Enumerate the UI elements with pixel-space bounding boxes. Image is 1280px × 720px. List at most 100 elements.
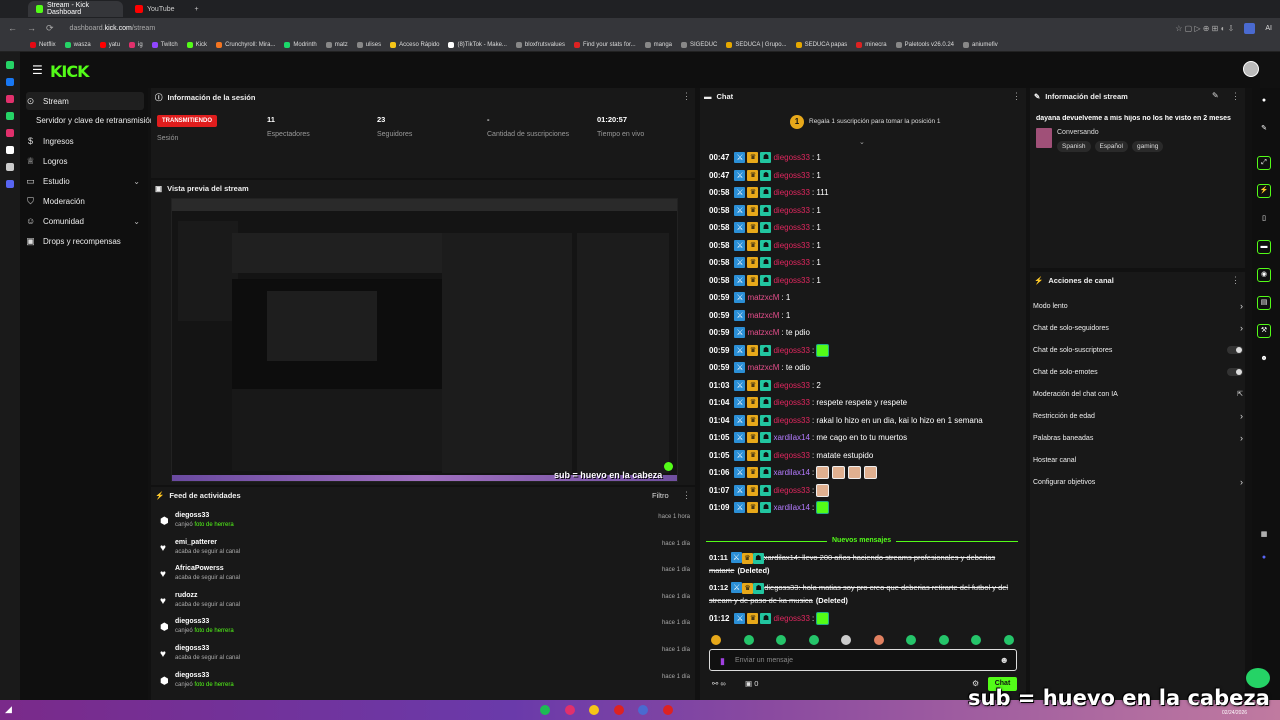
browser-icon[interactable] [638,705,648,715]
new-tab-button[interactable]: + [187,1,207,17]
sidebar-item-comunidad[interactable]: ☺ Comunidad ⌄ [26,212,144,230]
category-name[interactable]: Conversando [1057,129,1099,136]
bookmark-item[interactable]: minecra [856,41,887,48]
chat-username[interactable]: diegoss33 [773,153,809,162]
stream-tag[interactable]: Spanish [1057,141,1091,152]
sidebar-item-moderacion[interactable]: ⛉ Moderación [26,192,144,210]
chat-username[interactable]: matzxcM [747,293,779,302]
channel-action-item[interactable]: Chat de solo-seguidores › [1033,320,1243,336]
chat-username[interactable]: xardilax14 [773,433,809,442]
back-icon[interactable]: ← [8,23,17,33]
chat-username[interactable]: diegoss33 [773,241,809,250]
messenger-icon[interactable] [6,78,14,86]
whatsapp-float-icon[interactable] [1246,668,1270,688]
broadcast-icon[interactable]: ◉ [1257,268,1271,282]
toggle-switch[interactable] [1227,368,1243,376]
chat-username[interactable]: matzxcM [747,328,779,337]
channel-action-item[interactable]: Hostear canal [1033,452,1243,468]
instagram-icon[interactable] [565,705,575,715]
feed-username[interactable]: diegoss33 [175,618,209,625]
chat-username[interactable]: diegoss33 [773,223,809,232]
chat-username[interactable]: diegoss33 [773,451,809,460]
bookmark-item[interactable]: manga [644,41,672,48]
dot-icon[interactable]: ● [1257,94,1271,108]
bookmark-item[interactable]: aniumefiv [963,41,998,48]
sidebar-item-estudio[interactable]: ▭ Estudio ⌄ [26,172,144,190]
chat-username[interactable]: matzxcM [747,311,779,320]
bolt-icon[interactable]: ⚡ [1257,184,1271,198]
bookmark-item[interactable]: Modrinth [284,41,317,48]
bookmark-item[interactable]: Twitch [151,41,178,48]
bookmark-item[interactable]: Netflix [30,41,56,48]
bookmark-item[interactable]: matz [325,41,348,48]
channel-action-item[interactable]: Chat de solo-suscriptores [1033,342,1243,358]
start-icon[interactable]: ◢ [5,704,12,715]
feed-username[interactable]: diegoss33 [175,645,209,652]
pen-icon[interactable]: ✎ [1257,122,1271,136]
reload-icon[interactable]: ⟳ [46,23,54,34]
grid-icon[interactable]: ▦ [1257,528,1271,542]
sidebar-item-drops[interactable]: ▣ Drops y recompensas [26,232,144,250]
more-options-icon[interactable]: ⋮ [1012,91,1021,102]
people-icon[interactable]: ☻ [1257,352,1271,366]
quick-emote-icon[interactable] [841,635,851,645]
tab-kick-dashboard[interactable]: Stream - Kick Dashboard [28,1,123,17]
chat-username[interactable]: xardilax14 [764,553,798,562]
wrench-icon[interactable]: ⚒ [1257,324,1271,338]
instagram-icon[interactable] [6,95,14,103]
tiktok-icon[interactable] [6,146,14,154]
app-icon[interactable] [663,705,673,715]
x-icon[interactable] [6,163,14,171]
quick-emote-icon[interactable] [711,635,721,645]
chat-icon[interactable]: ▬ [1257,240,1271,254]
channel-action-item[interactable]: Moderación del chat con IA ⇱ [1033,386,1243,402]
sidebar-item-logros[interactable]: ♕ Logros [26,152,144,170]
chat-username[interactable]: diegoss33 [764,583,798,592]
chat-username[interactable]: xardilax14 [773,503,809,512]
chat-username[interactable]: diegoss33 [773,258,809,267]
feed-username[interactable]: rudozz [175,592,198,599]
quick-emote-icon[interactable] [1003,635,1014,645]
chat-username[interactable]: xardilax14 [773,468,809,477]
chat-username[interactable]: diegoss33 [773,171,809,180]
chat-username[interactable]: diegoss33 [773,398,809,407]
mic-icon[interactable]: ▮ [720,656,725,667]
more-options-icon[interactable]: ⋮ [682,490,691,501]
emoji-icon[interactable]: ☻ [1000,655,1009,665]
bookmark-item[interactable]: SEDUCA papas [795,41,847,48]
instagram-icon[interactable] [6,129,14,137]
chat-username[interactable]: diegoss33 [773,188,809,197]
quick-emote-icon[interactable] [938,635,949,645]
bookmark-item[interactable]: ig [129,41,143,48]
trash-icon[interactable]: ▯ [1257,212,1271,226]
channel-action-item[interactable]: Modo lento › [1033,298,1243,314]
feed-username[interactable]: diegoss33 [175,672,209,679]
more-options-icon[interactable]: ⋮ [1231,91,1240,102]
feed-username[interactable]: emi_patterer [175,539,217,546]
user-avatar[interactable] [1243,61,1259,77]
chat-username[interactable]: diegoss33 [773,346,809,355]
forward-icon[interactable]: → [27,23,36,33]
expand-icon[interactable]: ⤢ [1257,156,1271,170]
profile-icon[interactable] [1244,22,1256,34]
quick-emote-icon[interactable] [873,635,884,645]
bookmark-item[interactable]: Crunchyroll: Mira... [216,41,275,48]
layers-icon[interactable]: ▤ [1257,296,1271,310]
feed-username[interactable]: diegoss33 [175,512,209,519]
whatsapp-icon[interactable] [6,112,14,120]
bookmark-item[interactable]: yatu [99,41,120,48]
quick-emote-icon[interactable] [971,635,981,645]
stream-tag[interactable]: gaming [1132,141,1164,152]
more-options-icon[interactable]: ⋮ [1231,275,1240,286]
chat-input[interactable]: ▮ Enviar un mensaje ☻ [709,649,1017,671]
bookmark-item[interactable]: Kick [186,41,207,48]
spotify-icon[interactable] [540,705,550,715]
whatsapp-icon[interactable] [6,61,14,69]
quick-emote-icon[interactable] [906,635,916,645]
chat-username[interactable]: diegoss33 [773,416,809,425]
kick-logo[interactable]: KICK [50,62,89,81]
extensions-icons[interactable]: ☆ ▢ ▷ ⊕ ⊞ ◐ ⇩ [1175,24,1234,33]
url-field[interactable]: dashboard.kick.com/stream [70,25,156,32]
discord-icon[interactable] [6,180,14,188]
hamburger-menu-icon[interactable]: ☰ [32,63,43,77]
